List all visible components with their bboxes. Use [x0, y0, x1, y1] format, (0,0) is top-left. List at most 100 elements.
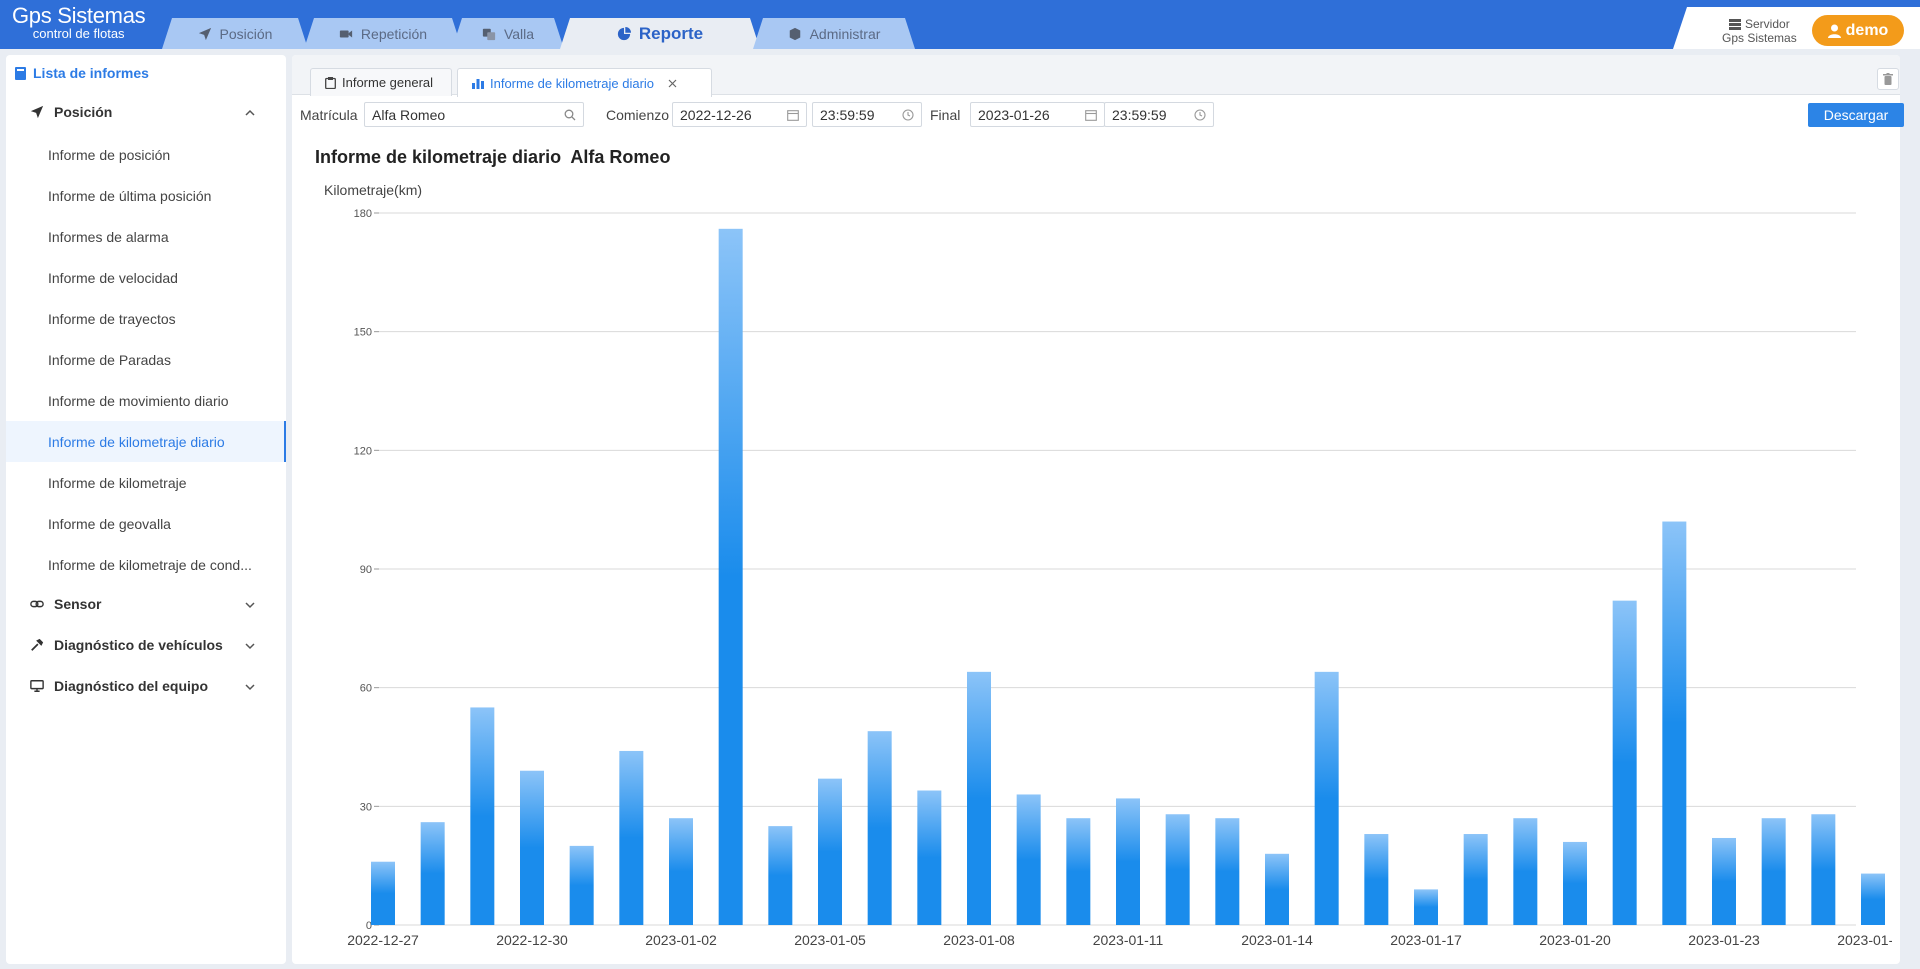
bar-2023-01-20[interactable]: [1563, 841, 1587, 925]
bar-2023-01-19[interactable]: [1513, 818, 1538, 925]
sidebar-group-diagnostico-equipo[interactable]: Diagnóstico del equipo: [30, 678, 208, 694]
sidebar-group-diagnostico-vehiculos[interactable]: Diagnóstico de vehículos: [30, 637, 223, 653]
bar-2023-01-14[interactable]: [1265, 853, 1289, 925]
bar-2023-01-02[interactable]: [669, 818, 693, 925]
sidebar-item-label: Informe de kilometraje de cond...: [48, 556, 252, 573]
sidebar-item-paradas[interactable]: Informe de Paradas: [6, 339, 286, 380]
chevron-up-icon[interactable]: [244, 107, 256, 119]
bar-2023-01-12[interactable]: [1165, 814, 1190, 925]
bar-2023-01-26[interactable]: [1861, 873, 1885, 925]
sidebar-item-movimiento-diario[interactable]: Informe de movimiento diario: [6, 380, 286, 421]
send-icon: [198, 27, 212, 41]
bar-2023-01-10[interactable]: [1066, 818, 1091, 925]
sidebar-item-kilometraje-conductor[interactable]: Informe de kilometraje de cond...: [6, 544, 286, 585]
tab-reporte[interactable]: Reporte: [560, 18, 760, 49]
y-tick-label: 120: [354, 445, 372, 457]
chart-bars: [371, 228, 1885, 926]
sidebar-item-label: Informe de velocidad: [48, 269, 178, 286]
sidebar-item-label: Informe de Paradas: [48, 351, 171, 368]
x-tick-label: 2023-01-26: [1837, 932, 1892, 948]
sidebar-item-label: Informe de trayectos: [48, 310, 176, 327]
y-axis-label: Kilometraje(km): [324, 182, 422, 198]
x-tick-label: 2023-01-14: [1241, 932, 1313, 948]
y-tick-label: 30: [360, 801, 372, 813]
sidebar-group-label: Diagnóstico del equipo: [54, 678, 209, 694]
x-tick-label: 2022-12-30: [496, 932, 568, 948]
server-info[interactable]: Servidor Gps Sistemas: [1722, 17, 1797, 45]
brand-logo[interactable]: Gps Sistemas control de flotas: [12, 4, 146, 41]
cube-icon: [788, 27, 802, 41]
server-icon: [1729, 18, 1741, 30]
bar-2023-01-18[interactable]: [1463, 834, 1488, 925]
bar-2022-12-31[interactable]: [569, 845, 594, 925]
sidebar-group-label: Diagnóstico de vehículos: [54, 637, 223, 653]
sidebar-group-sensor[interactable]: Sensor: [30, 596, 101, 612]
bar-2023-01-07[interactable]: [917, 790, 942, 925]
y-tick-label: 90: [360, 564, 372, 576]
sidebar-item-kilometraje[interactable]: Informe de kilometraje: [6, 462, 286, 503]
bar-2022-12-28[interactable]: [420, 822, 445, 925]
bar-2023-01-17[interactable]: [1414, 889, 1438, 925]
tab-valla[interactable]: Valla: [452, 18, 564, 49]
sidebar-item-geovalla[interactable]: Informe de geovalla: [6, 503, 286, 544]
tab-label: Administrar: [809, 25, 881, 42]
sidebar-item-trayectos[interactable]: Informe de trayectos: [6, 298, 286, 339]
link-icon: [30, 600, 44, 608]
sidebar-title[interactable]: Lista de informes: [15, 65, 149, 81]
chart-x-ticks: 2022-12-27 2022-12-30 2023-01-02 2023-01-05…: [347, 932, 1892, 948]
tab-posicion[interactable]: Posición: [162, 18, 308, 49]
y-tick-label: 180: [354, 208, 372, 220]
sidebar-group-posicion[interactable]: Posición: [30, 104, 112, 120]
bar-2023-01-05[interactable]: [818, 778, 842, 925]
sidebar-item-label: Informe de última posición: [48, 187, 212, 204]
sidebar-item-alarma[interactable]: Informes de alarma: [6, 216, 286, 257]
bar-2022-12-27[interactable]: [371, 861, 395, 925]
bar-2023-01-25[interactable]: [1811, 814, 1836, 925]
x-tick-label: 2023-01-05: [794, 932, 866, 948]
sidebar-item-velocidad[interactable]: Informe de velocidad: [6, 257, 286, 298]
user-menu-button[interactable]: demo: [1812, 15, 1904, 46]
fence-icon: [482, 27, 496, 41]
user-name: demo: [1845, 21, 1889, 39]
sidebar-item-ultima-posicion[interactable]: Informe de última posición: [6, 175, 286, 216]
x-tick-label: 2023-01-11: [1093, 932, 1164, 948]
sidebar-item-kilometraje-diario[interactable]: Informe de kilometraje diario: [6, 421, 286, 462]
chevron-down-icon[interactable]: [244, 681, 256, 693]
bar-2023-01-04[interactable]: [768, 826, 793, 925]
bar-2023-01-21[interactable]: [1612, 600, 1637, 925]
chevron-down-icon[interactable]: [244, 640, 256, 652]
bar-2022-12-30[interactable]: [520, 770, 544, 925]
x-tick-label: 2023-01-20: [1539, 932, 1611, 948]
bar-2023-01-03[interactable]: [718, 228, 743, 926]
bar-2023-01-13[interactable]: [1215, 818, 1240, 925]
bar-2023-01-23[interactable]: [1712, 837, 1736, 925]
tab-administrar[interactable]: Administrar: [753, 18, 915, 49]
bar-2023-01-16[interactable]: [1364, 834, 1389, 925]
top-header: Gps Sistemas control de flotas Posición …: [0, 0, 1920, 49]
bar-2023-01-11[interactable]: [1116, 798, 1140, 925]
main-panel: Informe general Informe de kilometraje d…: [292, 55, 1904, 964]
chevron-down-icon[interactable]: [244, 599, 256, 611]
user-icon: [1827, 24, 1841, 38]
tab-repeticion[interactable]: Repetición: [304, 18, 462, 49]
x-tick-label: 2023-01-02: [645, 932, 717, 948]
bar-2023-01-08[interactable]: [967, 671, 991, 925]
y-tick-label: 60: [360, 683, 372, 695]
brand-tagline: control de flotas: [32, 26, 125, 41]
tab-label: Posición: [219, 25, 273, 42]
x-tick-label: 2023-01-17: [1390, 932, 1462, 948]
bar-2023-01-06[interactable]: [867, 731, 892, 925]
sidebar-item-label: Informe de posición: [48, 146, 171, 163]
video-icon: [339, 27, 353, 41]
sidebar: Lista de informes Posición Informe de po…: [6, 55, 286, 964]
bar-2023-01-15[interactable]: [1314, 671, 1339, 925]
sidebar-item-informe-posicion[interactable]: Informe de posición: [6, 134, 286, 175]
bar-2023-01-22[interactable]: [1662, 521, 1687, 925]
pie-chart-icon: [617, 27, 631, 41]
bar-2022-12-29[interactable]: [470, 707, 495, 925]
bar-2023-01-24[interactable]: [1761, 818, 1786, 925]
bar-2023-01-01[interactable]: [619, 750, 644, 925]
x-tick-label: 2023-01-08: [943, 932, 1015, 948]
tab-label: Reporte: [638, 23, 704, 43]
bar-2023-01-09[interactable]: [1016, 794, 1041, 925]
